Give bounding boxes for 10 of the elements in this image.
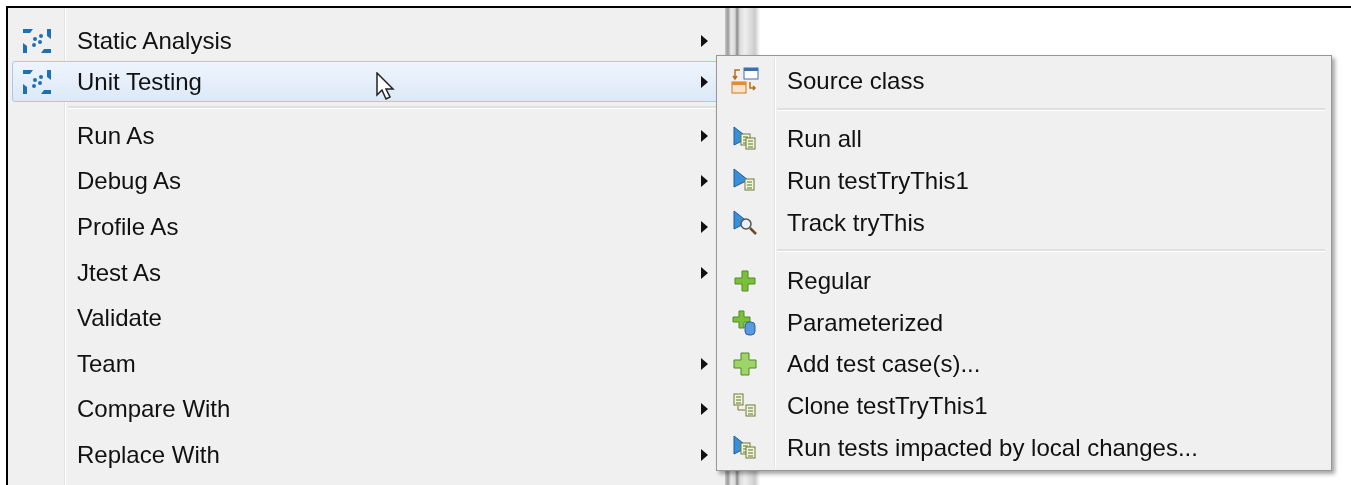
documents-arrow-icon (731, 391, 759, 420)
tool-logo-icon (21, 67, 53, 96)
menu-item[interactable]: Static Analysis (12, 20, 721, 61)
plus-icon (731, 350, 759, 379)
tool-logo-icon (21, 26, 53, 55)
flag-documents-icon (731, 433, 759, 462)
mouse-pointer-icon (376, 72, 396, 102)
flag-magnifier-icon (731, 208, 759, 237)
plus-cylinder-icon (731, 308, 759, 337)
windows-swap-icon (730, 66, 760, 95)
